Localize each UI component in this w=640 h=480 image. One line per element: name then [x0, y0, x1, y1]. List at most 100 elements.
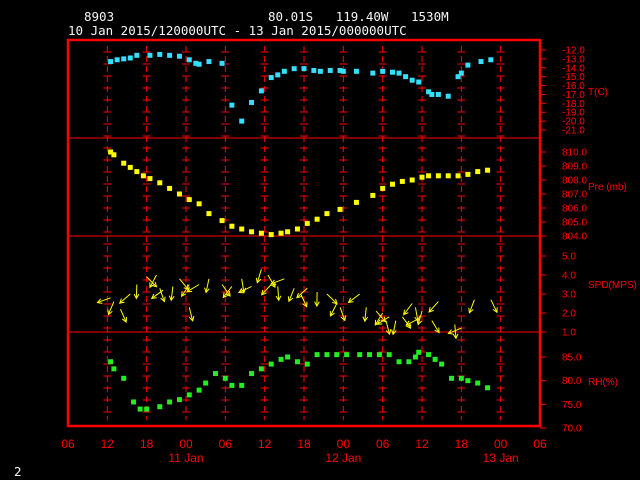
wind-arrow	[275, 286, 282, 302]
pressure-point	[324, 211, 330, 217]
temperature-point	[275, 72, 281, 78]
y-tick-label: 804.0	[562, 232, 587, 243]
pressure-point	[465, 171, 471, 177]
wind-arrow	[428, 301, 439, 313]
label-layer: 06 12 18 00 06 12 18 00 06 12 18 00 06 11 Jan 12 Jan 13…	[61, 46, 637, 466]
humidity-point	[314, 352, 320, 358]
pressure-point	[314, 216, 320, 222]
temperature-point	[416, 79, 422, 85]
y-tick-label: 1.0	[562, 328, 576, 339]
y-tick-label: 809.0	[562, 162, 587, 173]
temperature-point	[429, 91, 435, 97]
humidity-point	[222, 375, 228, 381]
pressure-point	[419, 174, 425, 180]
data-layer	[96, 51, 498, 412]
pressure-point	[278, 230, 284, 236]
pressure-point	[196, 201, 202, 207]
panel-label-temperature: T(C)	[588, 87, 608, 98]
humidity-point	[426, 352, 432, 358]
temperature-point	[340, 68, 346, 74]
temperature-point	[229, 102, 235, 108]
humidity-point	[229, 382, 235, 388]
humidity-point	[449, 375, 454, 381]
pressure-point	[380, 185, 386, 191]
grid-layer	[68, 46, 540, 420]
x-tick-label: 06	[533, 437, 547, 451]
pressure-point	[206, 211, 212, 217]
humidity-point	[357, 352, 363, 358]
wind-arrow	[287, 288, 295, 303]
temperature-point	[206, 59, 212, 65]
humidity-point	[131, 399, 137, 405]
pressure-point	[445, 173, 451, 179]
wind-arrow	[96, 297, 111, 304]
pressure-point	[435, 173, 441, 179]
humidity-point	[344, 352, 350, 358]
x-tick-label: 00	[494, 437, 508, 451]
pressure-point	[294, 226, 300, 232]
wind-arrow	[405, 318, 419, 326]
wind-arrow	[119, 308, 128, 323]
temperature-point	[108, 59, 114, 65]
humidity-point	[324, 352, 330, 358]
wind-arrow	[362, 307, 369, 323]
temperature-point	[370, 70, 376, 76]
humidity-point	[167, 399, 173, 405]
wind-arrow	[326, 293, 338, 305]
temperature-point	[134, 52, 140, 58]
humidity-point	[258, 366, 264, 372]
pressure-point	[426, 173, 432, 179]
y-tick-label: 3.0	[562, 290, 576, 301]
humidity-point	[416, 349, 422, 355]
temperature-point	[127, 55, 133, 61]
temperature-point	[258, 88, 264, 94]
wind-arrow	[314, 292, 320, 308]
pressure-point	[249, 229, 255, 235]
wind-arrow	[403, 303, 413, 316]
humidity-point	[176, 397, 182, 403]
humidity-point	[249, 371, 255, 377]
wind-arrow	[270, 278, 285, 285]
y-tick-label: 805.0	[562, 218, 587, 229]
y-tick-label: 806.0	[562, 204, 587, 215]
humidity-point	[186, 392, 192, 398]
pressure-point	[229, 223, 235, 229]
humidity-point	[157, 404, 163, 410]
y-tick-label: 808.0	[562, 176, 587, 187]
wind-arrow-shaft	[326, 293, 338, 305]
temperature-point	[157, 51, 163, 57]
temperature-point	[186, 57, 192, 63]
temperature-point	[478, 59, 484, 65]
pressure-point	[239, 226, 245, 232]
temperature-point	[327, 67, 333, 73]
y-tick-label: 4.0	[562, 271, 576, 282]
y-tick-label: 85.0	[562, 353, 582, 364]
temperature-point	[396, 70, 402, 76]
humidity-point	[213, 371, 218, 377]
x-tick-label: 18	[455, 437, 469, 451]
pressure-point	[409, 177, 415, 183]
x-date-label: 12 Jan	[325, 451, 361, 465]
pressure-point	[157, 180, 163, 186]
temperature-point	[281, 68, 287, 74]
wind-arrow	[401, 316, 412, 329]
pressure-point	[134, 169, 140, 175]
pressure-point	[475, 169, 481, 175]
pressure-point	[268, 232, 274, 238]
humidity-point	[203, 380, 209, 386]
temperature-point	[114, 57, 120, 63]
humidity-point	[386, 352, 392, 358]
panel-label-wind: SPD(MPS)	[588, 280, 637, 291]
pressure-point	[111, 152, 117, 158]
wind-arrow	[300, 293, 308, 308]
wind-arrow	[238, 285, 252, 294]
y-tick-label: 80.0	[562, 376, 582, 387]
humidity-point	[412, 354, 418, 360]
temperature-point	[301, 66, 307, 72]
humidity-point	[144, 406, 150, 412]
pressure-point	[121, 160, 127, 166]
pressure-point	[127, 164, 133, 170]
panel-label-pressure: Pre (mb)	[588, 182, 627, 193]
temperature-point	[445, 93, 451, 99]
pressure-point	[186, 197, 192, 203]
